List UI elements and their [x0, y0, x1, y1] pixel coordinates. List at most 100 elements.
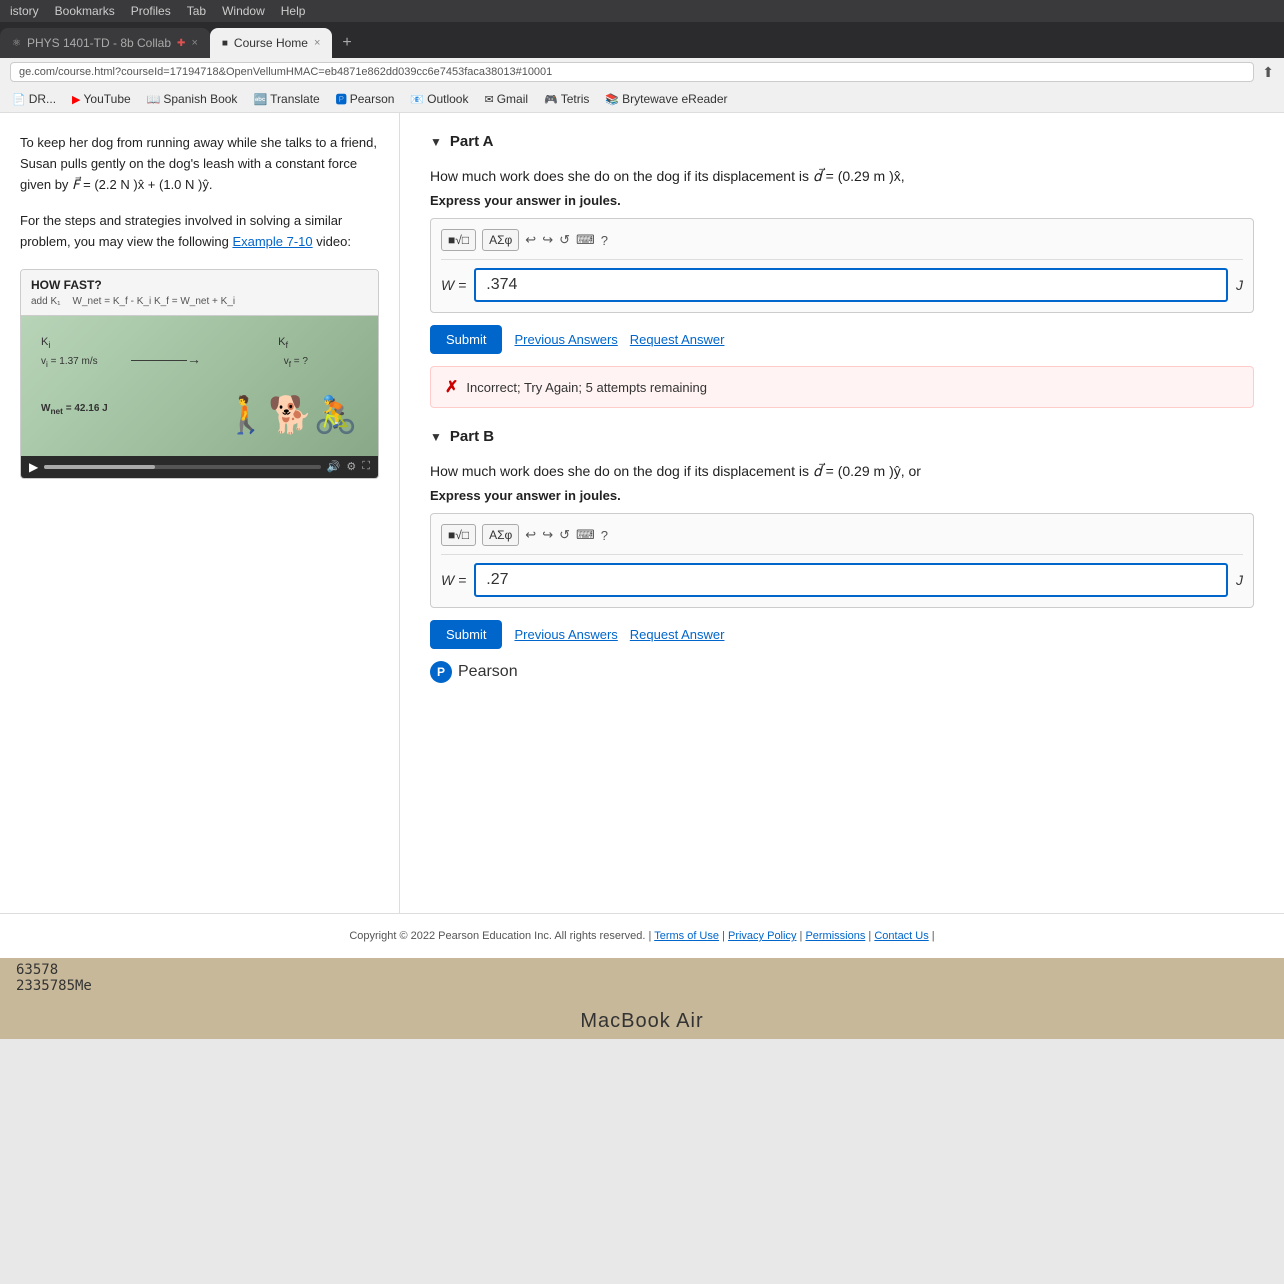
part-a-header[interactable]: ▼ Part A — [430, 133, 1254, 150]
part-a-express: Express your answer in joules. — [430, 193, 1254, 208]
part-a-keyboard-icon[interactable]: ⌨ — [576, 232, 595, 248]
bookmark-dr[interactable]: 📄 DR... — [8, 90, 60, 108]
menu-bar: istory Bookmarks Profiles Tab Window Hel… — [0, 0, 1284, 22]
right-panel: ▼ Part A How much work does she do on th… — [400, 113, 1284, 913]
footer: Copyright © 2022 Pearson Education Inc. … — [0, 913, 1284, 958]
video-image: Ki vi = 1.37 m/s Kf vf = ? Wnet = 42.16 … — [21, 316, 378, 456]
bookmark-gmail[interactable]: ✉ Gmail — [480, 90, 532, 108]
part-b-redo-icon[interactable]: ↪ — [542, 527, 553, 543]
menu-item-profiles[interactable]: Profiles — [131, 4, 171, 18]
part-b-request-answer-link[interactable]: Request Answer — [630, 627, 725, 642]
fullscreen-icon[interactable]: ⛶ — [362, 460, 370, 473]
footer-permissions-link[interactable]: Permissions — [805, 930, 865, 942]
menu-item-history[interactable]: istory — [10, 4, 39, 18]
video-equations: add K₁ W_net = K_f - K_i K_f = W_net + K… — [31, 296, 368, 307]
video-box: HOW FAST? add K₁ W_net = K_f - K_i K_f =… — [20, 269, 379, 479]
part-b-submit-button[interactable]: Submit — [430, 620, 502, 649]
bookmark-outlook[interactable]: 📧 Outlook — [406, 90, 472, 108]
bookmark-spanish[interactable]: 📖 Spanish Book — [143, 90, 242, 108]
play-button[interactable]: ▶ — [29, 460, 38, 474]
part-a-prev-answers-link[interactable]: Previous Answers — [514, 332, 617, 347]
footer-privacy-link[interactable]: Privacy Policy — [728, 930, 796, 942]
footer-terms-link[interactable]: Terms of Use — [654, 930, 719, 942]
page-content: To keep her dog from running away while … — [0, 113, 1284, 913]
part-b-help-icon[interactable]: ? — [601, 528, 608, 543]
video-caption-kf: Kf — [278, 336, 288, 350]
video-controls[interactable]: ▶ 🔊 ⚙ ⛶ — [21, 456, 378, 478]
part-a-answer-box: ■√□ ΑΣφ ↩ ↪ ↺ ⌨ ? W = J — [430, 218, 1254, 313]
part-a-error-box: ✗ Incorrect; Try Again; 5 attempts remai… — [430, 366, 1254, 408]
bookmark-youtube[interactable]: ▶ YouTube — [68, 90, 135, 108]
error-x-icon: ✗ — [445, 377, 458, 397]
part-b-section: ▼ Part B How much work does she do on th… — [430, 428, 1254, 683]
part-a-submit-button[interactable]: Submit — [430, 325, 502, 354]
menu-item-window[interactable]: Window — [222, 4, 265, 18]
part-a-help-icon[interactable]: ? — [601, 233, 608, 248]
video-header: HOW FAST? add K₁ W_net = K_f - K_i K_f =… — [21, 270, 378, 316]
bookmark-icon-outlook: 📧 — [410, 93, 424, 106]
bookmarks-bar: 📄 DR... ▶ YouTube 📖 Spanish Book 🔤 Trans… — [0, 86, 1284, 113]
strategy-text: For the steps and strategies involved in… — [20, 211, 379, 253]
tab-bar: ⚛ PHYS 1401-TD - 8b Collab ✚ × ■ Course … — [0, 22, 1284, 58]
macbook-label: MacBook Air — [580, 1010, 703, 1033]
part-b-collapse-icon: ▼ — [430, 430, 442, 444]
bookmark-tetris[interactable]: 🎮 Tetris — [540, 90, 593, 108]
bookmark-brytewave[interactable]: 📚 Brytewave eReader — [601, 90, 731, 108]
bookmark-icon-brytewave: 📚 — [605, 93, 619, 106]
bookmark-label-spanish: Spanish Book — [163, 92, 237, 106]
part-a-unit: J — [1236, 277, 1243, 293]
bookmark-translate[interactable]: 🔤 Translate — [249, 90, 323, 108]
part-b-prev-answers-link[interactable]: Previous Answers — [514, 627, 617, 642]
part-b-header[interactable]: ▼ Part B — [430, 428, 1254, 445]
part-a-matrix-btn[interactable]: ■√□ — [441, 229, 476, 251]
part-b-undo-icon[interactable]: ↩ — [525, 527, 536, 543]
part-a-request-answer-link[interactable]: Request Answer — [630, 332, 725, 347]
address-text[interactable]: ge.com/course.html?courseId=17194718&Ope… — [10, 62, 1254, 82]
footer-contact-link[interactable]: Contact Us — [874, 930, 928, 942]
part-a-redo-icon[interactable]: ↪ — [542, 232, 553, 248]
share-icon[interactable]: ⬆ — [1262, 64, 1274, 81]
settings-icon[interactable]: ⚙ — [346, 460, 356, 473]
bookmark-pearson[interactable]: 🅿 Pearson — [332, 89, 399, 109]
progress-bar[interactable] — [44, 465, 320, 469]
part-b-keyboard-icon[interactable]: ⌨ — [576, 527, 595, 543]
pearson-logo-text: Pearson — [458, 663, 518, 681]
part-b-symbol-btn[interactable]: ΑΣφ — [482, 524, 519, 546]
volume-icon[interactable]: 🔊 — [327, 460, 341, 473]
bookmark-label-gmail: Gmail — [497, 92, 528, 106]
menu-item-help[interactable]: Help — [281, 4, 306, 18]
part-a-undo-icon[interactable]: ↩ — [525, 232, 536, 248]
menu-item-tab[interactable]: Tab — [187, 4, 206, 18]
part-b-toolbar: ■√□ ΑΣφ ↩ ↪ ↺ ⌨ ? — [441, 524, 1243, 555]
pearson-logo-icon: P — [430, 661, 452, 683]
tab-active[interactable]: ■ Course Home × — [210, 28, 333, 58]
bookmark-icon-spanish: 📖 — [147, 93, 161, 106]
bookmark-label-pearson: Pearson — [350, 92, 395, 106]
progress-fill — [44, 465, 155, 469]
part-b-input-row: W = J — [441, 563, 1243, 597]
tab-close-active[interactable]: × — [314, 37, 320, 49]
part-b-refresh-icon[interactable]: ↺ — [559, 527, 570, 543]
bookmark-label-youtube: YouTube — [84, 92, 131, 106]
part-a-error-text: Incorrect; Try Again; 5 attempts remaini… — [466, 380, 707, 395]
bookmark-icon-translate: 🔤 — [253, 93, 267, 106]
part-b-input[interactable] — [474, 563, 1228, 597]
new-tab-button[interactable]: + — [332, 28, 361, 58]
video-caption-vf: vf = ? — [284, 356, 308, 369]
bookmark-icon-dr: 📄 — [12, 93, 26, 106]
bookmark-icon-pearson: 🅿 — [336, 91, 347, 107]
part-a-symbol-btn[interactable]: ΑΣφ — [482, 229, 519, 251]
bookmark-icon-youtube: ▶ — [72, 93, 80, 106]
example-link[interactable]: Example 7-10 — [232, 234, 312, 249]
menu-item-bookmarks[interactable]: Bookmarks — [55, 4, 115, 18]
part-b-question: How much work does she do on the dog if … — [430, 461, 1254, 482]
part-b-action-row: Submit Previous Answers Request Answer — [430, 620, 1254, 649]
part-a-refresh-icon[interactable]: ↺ — [559, 232, 570, 248]
part-a-input[interactable] — [474, 268, 1228, 302]
tab-inactive[interactable]: ⚛ PHYS 1401-TD - 8b Collab ✚ × — [0, 28, 210, 58]
bookmark-icon-gmail: ✉ — [484, 93, 493, 106]
part-a-input-row: W = J — [441, 268, 1243, 302]
tab-close-inactive[interactable]: × — [191, 37, 197, 49]
part-b-matrix-btn[interactable]: ■√□ — [441, 524, 476, 546]
video-eq2: W_net = K_f - K_i K_f = W_net + K_i — [73, 296, 236, 307]
